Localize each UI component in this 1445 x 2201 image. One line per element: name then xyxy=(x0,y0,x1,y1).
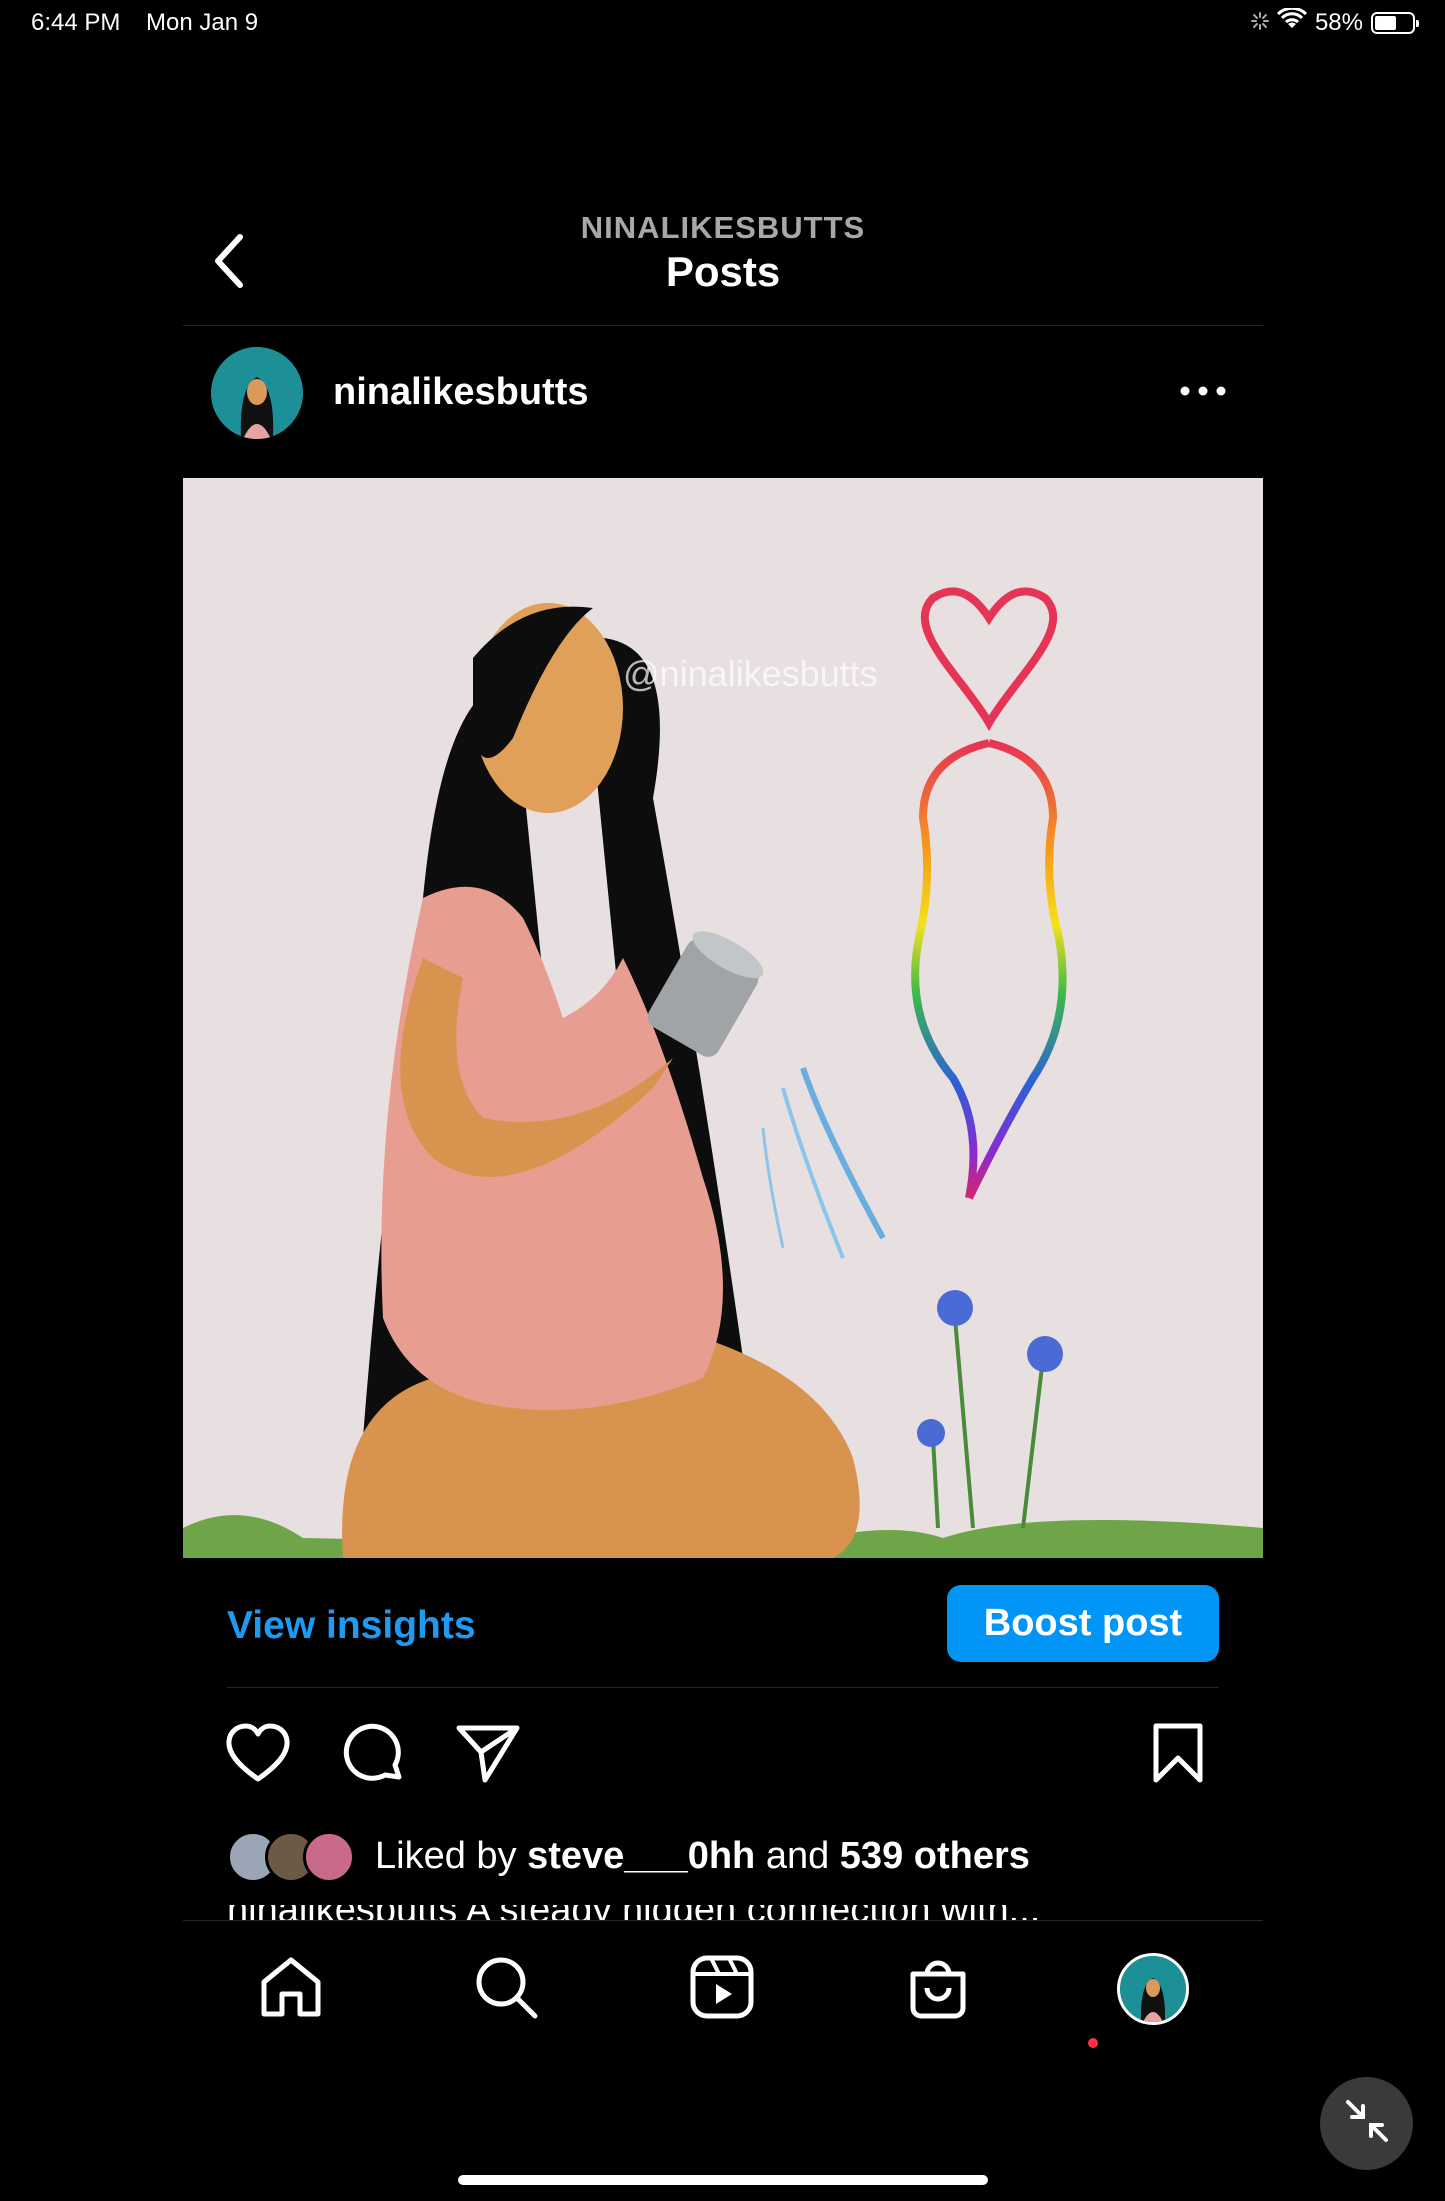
like-button[interactable] xyxy=(223,1720,293,1790)
post-header: ninalikesbutts xyxy=(183,325,1263,468)
likes-middle: and xyxy=(765,1834,830,1877)
save-button[interactable] xyxy=(1143,1720,1213,1790)
comment-icon xyxy=(341,1721,405,1790)
home-indicator[interactable] xyxy=(458,2175,988,2185)
page-header: NINALIKESBUTTS Posts xyxy=(183,190,1263,326)
header-username: NINALIKESBUTTS xyxy=(580,210,866,245)
nav-profile[interactable] xyxy=(1113,1949,1193,2029)
status-indicators: 58% xyxy=(1250,6,1419,37)
page-title: Posts xyxy=(665,248,781,295)
minimize-button[interactable] xyxy=(1320,2077,1413,2170)
reels-icon xyxy=(689,1954,755,2025)
insights-bar: View insights Boost post xyxy=(183,1558,1263,1691)
caption-preview: ninalikesbutts A steady hidden connectio… xyxy=(227,1905,1040,1920)
instagram-app: NINALIKESBUTTS Posts ninalikesbutts @nin… xyxy=(183,190,1263,2025)
artwork-illustration xyxy=(183,478,1263,1558)
paper-plane-icon xyxy=(455,1722,521,1789)
divider xyxy=(227,1687,1219,1688)
share-button[interactable] xyxy=(453,1720,523,1790)
home-icon xyxy=(258,1954,324,2025)
wifi-icon xyxy=(1276,6,1308,37)
likes-prefix: Liked by xyxy=(375,1834,517,1877)
notification-dot xyxy=(1088,2038,1098,2048)
loading-spinner-icon xyxy=(1250,9,1269,37)
likes-others[interactable]: 539 others xyxy=(840,1835,1030,1878)
battery-percent: 58% xyxy=(1314,8,1363,36)
minimize-arrows-icon xyxy=(1344,2098,1390,2149)
comment-button[interactable] xyxy=(338,1720,408,1790)
liker-avatar xyxy=(303,1831,355,1883)
search-icon xyxy=(473,1954,539,2025)
bookmark-icon xyxy=(1152,1722,1204,1789)
post-username[interactable]: ninalikesbutts xyxy=(333,371,589,414)
liked-by-user[interactable]: steve___0hh xyxy=(527,1835,755,1878)
watermark: @ninalikesbutts xyxy=(623,653,878,694)
bottom-navigation xyxy=(183,1920,1263,2056)
heart-icon xyxy=(225,1723,291,1788)
battery-icon xyxy=(1371,11,1419,34)
nav-shop[interactable] xyxy=(898,1949,978,2029)
shop-bag-icon xyxy=(905,1954,971,2025)
liker-avatars xyxy=(227,1829,357,1883)
status-time: 6:44 PM xyxy=(31,9,121,36)
boost-post-button[interactable]: Boost post xyxy=(947,1585,1219,1662)
battery-fill xyxy=(1375,15,1396,30)
nav-reels[interactable] xyxy=(682,1949,762,2029)
view-insights-link[interactable]: View insights xyxy=(227,1604,476,1648)
profile-avatar xyxy=(1117,1953,1189,2025)
more-horizontal-icon xyxy=(1179,383,1227,401)
likes-summary[interactable]: Liked by steve___0hh and 539 others xyxy=(227,1828,1030,1884)
status-date: Mon Jan 9 xyxy=(146,9,259,36)
post-image[interactable]: @ninalikesbutts xyxy=(183,478,1263,1558)
avatar[interactable] xyxy=(211,347,303,439)
caption-text: ninalikesbutts A steady hidden connectio… xyxy=(227,1905,1040,1920)
nav-search[interactable] xyxy=(466,1949,546,2029)
more-options-button[interactable] xyxy=(1173,377,1233,407)
nav-home[interactable] xyxy=(251,1949,331,2029)
status-bar: 6:44 PM Mon Jan 9 58% xyxy=(0,0,1445,48)
post-actions xyxy=(183,1720,1263,1800)
